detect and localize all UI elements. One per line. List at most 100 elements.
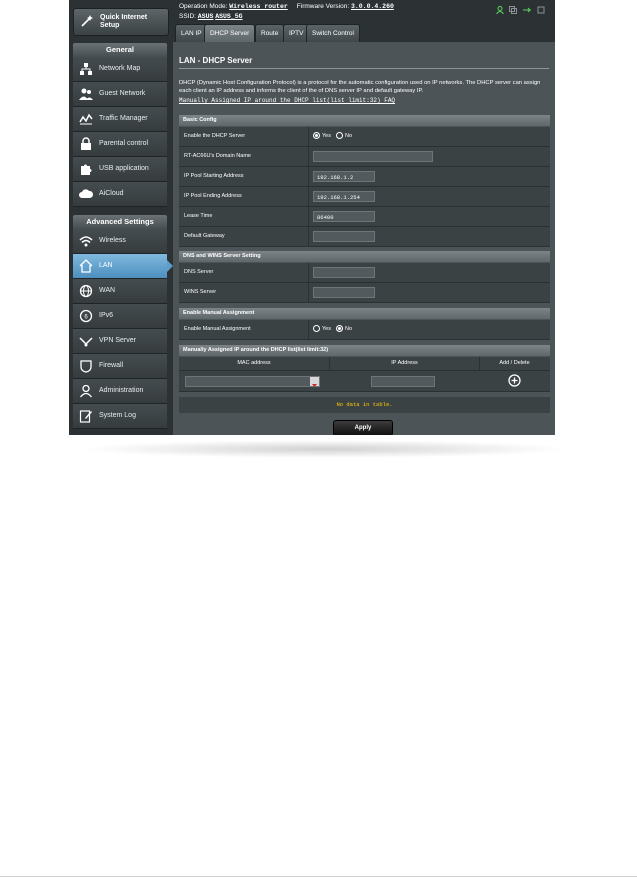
sidebar-item-traffic-manager[interactable]: Traffic Manager [73,107,167,132]
sidebar-item-label: Parental control [99,140,149,147]
ip-address-input[interactable] [371,376,435,387]
sidebar-item-aicloud[interactable]: AiCloud [73,182,167,207]
sidebar-item-label: Wireless [99,237,126,244]
guest-users-icon [79,88,93,100]
radio-selected-icon [336,325,343,333]
svg-text:6: 6 [84,315,88,321]
tab-dhcp-server[interactable]: DHCP Server [204,24,256,43]
manual-assignment-row: Enable Manual Assignment Yes No [179,320,550,340]
domain-name-row: RT-AC66U's Domain Name [179,147,550,167]
ssid-line: SSID: ASUS ASUS_5G [179,13,243,20]
client-status-icon[interactable] [495,6,504,15]
radio-unselected-icon [313,325,320,333]
sidebar-item-firewall[interactable]: Firewall [73,354,167,379]
ssid-value-2[interactable]: ASUS_5G [215,13,242,20]
log-edit-icon [79,410,92,423]
dropdown-button[interactable] [310,377,319,387]
page-title: LAN - DHCP Server [179,56,253,65]
sidebar-item-lan[interactable]: LAN [73,254,167,279]
manual-assignment-label: Enable Manual Assignment [179,320,309,339]
radio-label: No [345,326,353,332]
pool-end-input[interactable]: 192.168.1.254 [313,191,375,202]
usb-icon[interactable] [523,6,532,14]
sidebar-item-parental-control[interactable]: Parental control [73,132,167,157]
sidebar-item-label: Firewall [99,362,124,369]
tab-bar: LAN IP DHCP Server Route IPTV Switch Con… [173,22,555,43]
dhcp-yes-radio[interactable]: Yes [313,132,331,141]
puzzle-icon [81,164,92,175]
sidebar-item-ipv6[interactable]: 6 IPv6 [73,304,167,329]
quick-internet-setup-button[interactable]: Quick Internet Setup [73,8,169,36]
pool-end-row: IP Pool Ending Address 192.168.1.254 [179,187,550,207]
radio-label: No [345,133,353,139]
firewall-shield-icon [80,360,92,373]
sidebar-item-system-log[interactable]: System Log [73,404,167,429]
sidebar-item-wireless[interactable]: Wireless [73,229,167,254]
sidebar-item-guest-network[interactable]: Guest Network [73,82,167,107]
admin-user-icon [79,384,93,398]
sidebar-item-vpn-server[interactable]: VPN Server [73,329,167,354]
empty-table-message: No data in table. [179,397,550,413]
pool-start-label: IP Pool Starting Address [179,167,309,186]
ipv6-globe-icon: 6 [79,309,93,323]
manual-list-columns: MAC address IP Address Add / Delete [179,357,550,371]
traffic-chart-icon [79,113,93,125]
sidebar-item-label: IPv6 [99,312,114,319]
radio-selected-icon [313,132,320,140]
domain-name-input[interactable] [313,151,433,162]
default-gateway-label: Default Gateway [179,227,309,246]
printer-icon[interactable] [537,6,545,14]
copy-icon[interactable] [509,6,518,14]
wand-icon [81,15,93,27]
manual-yes-radio[interactable]: Yes [313,325,331,334]
pool-start-input[interactable]: 192.168.1.2 [313,171,375,182]
quick-setup-label: Quick Internet Setup [100,14,148,29]
default-gateway-input[interactable] [313,231,375,242]
ssid-value-1[interactable]: ASUS [198,13,214,20]
dhcp-no-radio[interactable]: No [336,132,352,141]
sidebar-item-label: Administration [99,387,144,394]
domain-name-label: RT-AC66U's Domain Name [179,147,309,166]
tab-lan-ip[interactable]: LAN IP [175,24,208,43]
faq-link[interactable]: Manually Assigned IP around the DHCP lis… [179,97,395,104]
operation-mode-label: Operation Mode: [179,3,228,10]
sidebar: Quick Internet Setup General Network Map… [69,0,173,435]
wifi-icon [79,236,93,247]
sidebar-item-label: System Log [99,412,136,419]
sidebar-item-wan[interactable]: WAN [73,279,167,304]
lease-time-input[interactable]: 86400 [313,211,375,222]
operation-mode-line: Operation Mode: Wireless router Firmware… [179,3,394,10]
general-section-title: General [73,43,167,57]
sidebar-item-label: VPN Server [99,337,136,344]
chevron-down-icon [312,384,317,387]
manual-no-radio[interactable]: No [336,325,352,334]
tab-switch-control[interactable]: Switch Control [306,24,360,43]
globe-icon [79,284,93,298]
sidebar-item-usb-application[interactable]: USB application [73,157,167,182]
wins-server-row: WINS Server [179,283,550,303]
page-description: DHCP (Dynamic Host Configuration Protoco… [179,80,541,94]
apply-button[interactable]: Apply [333,420,393,435]
wins-server-label: WINS Server [179,283,309,302]
lock-icon [81,137,91,150]
tab-route[interactable]: Route [255,24,285,43]
sidebar-item-label: LAN [99,262,113,269]
dns-server-input[interactable] [313,267,375,278]
sidebar-item-label: Guest Network [99,90,146,97]
main-content: LAN - DHCP Server DHCP (Dynamic Host Con… [173,42,555,435]
add-entry-button[interactable] [508,374,521,387]
home-icon [79,259,93,273]
operation-mode-link[interactable]: Wireless router [229,3,288,10]
pool-start-row: IP Pool Starting Address 192.168.1.2 [179,167,550,187]
sidebar-item-network-map[interactable]: Network Map [73,57,167,82]
sidebar-item-label: USB application [99,165,149,172]
ssid-label: SSID: [179,13,196,20]
wins-server-input[interactable] [313,287,375,298]
advanced-menu: Wireless LAN WAN 6 IPv6 VPN Server Firew… [73,229,167,429]
sidebar-item-administration[interactable]: Administration [73,379,167,404]
status-bar: Operation Mode: Wireless router Firmware… [173,0,555,22]
firmware-link[interactable]: 3.0.0.4.260 [351,3,394,10]
mac-address-combo[interactable] [185,376,320,387]
dns-server-row: DNS Server [179,263,550,283]
router-admin-window: Quick Internet Setup General Network Map… [69,0,555,435]
